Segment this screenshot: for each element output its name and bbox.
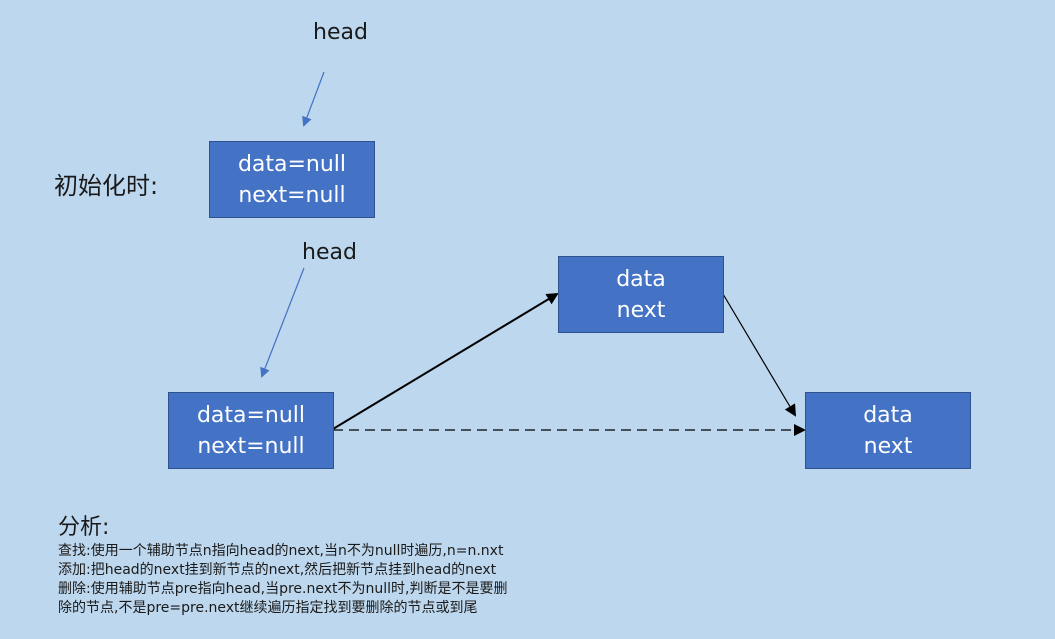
- middle-node-data: data: [616, 266, 666, 292]
- analysis-title: 分析:: [58, 515, 110, 540]
- analysis-block: 分析: 查找:使用一个辅助节点n指向head的next,当n不为null时遍历,…: [58, 514, 507, 618]
- right-node-next: next: [863, 433, 913, 459]
- analysis-line-find: 查找:使用一个辅助节点n指向head的next,当n不为null时遍历,n=n.…: [58, 543, 504, 559]
- head-label-top: head: [313, 20, 368, 45]
- init-node-data: data=null: [237, 151, 347, 177]
- analysis-line-delete: 删除:使用辅助节点pre指向head,当pre.next不为null时,判断是不…: [58, 581, 508, 597]
- link-arrow-head-to-middle: [332, 292, 559, 430]
- head-node-next: next=null: [197, 433, 305, 459]
- init-node: data=null next=null: [209, 141, 375, 218]
- middle-node: data next: [558, 256, 724, 333]
- head-pointer-arrow-top: [302, 71, 325, 127]
- head-label-bottom: head: [302, 240, 357, 265]
- head-pointer-arrow-bottom: [260, 267, 305, 378]
- init-label: 初始化时:: [54, 172, 159, 200]
- link-arrow-middle-to-right: [722, 293, 797, 417]
- init-node-next: next=null: [238, 182, 346, 208]
- right-node-data: data: [863, 402, 913, 428]
- head-node: data=null next=null: [168, 392, 334, 469]
- head-node-data: data=null: [196, 402, 306, 428]
- analysis-line-delete-cont: 除的节点,不是pre=pre.next继续遍历指定找到要删除的节点或到尾: [58, 600, 478, 616]
- right-node: data next: [805, 392, 971, 469]
- analysis-line-add: 添加:把head的next挂到新节点的next,然后把新节点挂到head的nex…: [58, 562, 497, 578]
- middle-node-next: next: [616, 297, 666, 323]
